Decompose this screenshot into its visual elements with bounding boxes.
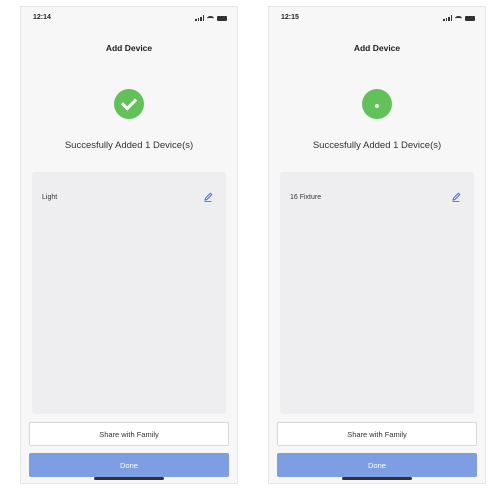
home-indicator (94, 477, 164, 480)
battery-icon (465, 15, 475, 21)
wifi-icon (455, 15, 462, 21)
signal-icon (443, 15, 452, 21)
success-message: Succesfully Added 1 Device(s) (64, 140, 194, 151)
success-message: Succesfully Added 1 Device(s) (312, 140, 442, 151)
share-with-family-button[interactable]: Share with Family (29, 422, 229, 446)
status-icons (443, 15, 475, 21)
status-time: 12:15 (281, 14, 299, 21)
phone-screen-2: 12:15 Add Device Succesfully Added 1 Dev… (268, 6, 486, 484)
device-list: 16 Fixture (280, 172, 474, 414)
battery-icon (217, 15, 227, 21)
edit-icon[interactable] (202, 191, 214, 203)
phone-screen-1: 12:14 Add Device Succesfully Added 1 Dev… (20, 6, 238, 484)
page-title: Add Device (105, 43, 153, 53)
device-name[interactable]: 16 Fixture (290, 194, 321, 201)
dot-icon (362, 89, 392, 119)
status-icons (195, 15, 227, 21)
signal-icon (195, 15, 204, 21)
home-indicator (342, 477, 412, 480)
page-title: Add Device (353, 43, 401, 53)
done-button[interactable]: Done (29, 453, 229, 477)
status-time: 12:14 (33, 14, 51, 21)
device-name[interactable]: Light (42, 194, 57, 201)
wifi-icon (207, 15, 214, 21)
share-with-family-button[interactable]: Share with Family (277, 422, 477, 446)
device-list: Light (32, 172, 226, 414)
status-bar: 12:14 (21, 7, 237, 29)
edit-icon[interactable] (450, 191, 462, 203)
status-bar: 12:15 (269, 7, 485, 29)
check-icon (114, 89, 144, 119)
done-button[interactable]: Done (277, 453, 477, 477)
